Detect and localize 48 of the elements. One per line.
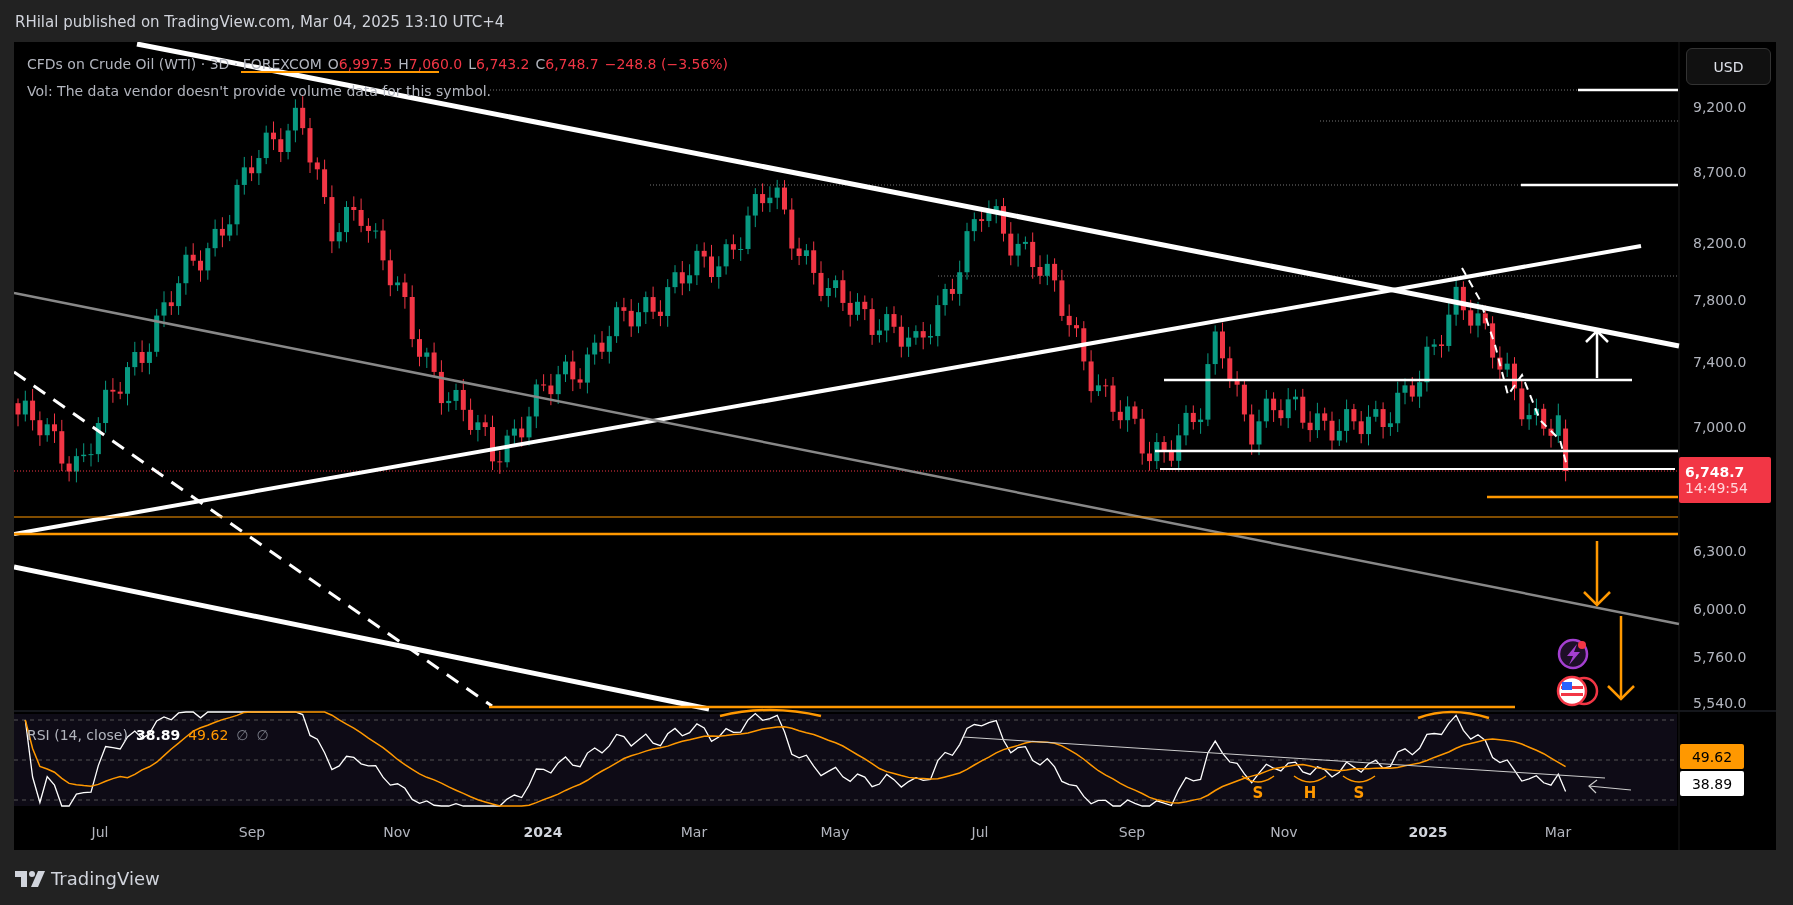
time-axis-label: 2024 [523, 824, 563, 840]
time-axis-label: 2025 [1408, 824, 1448, 840]
last-price: 6,748.7 [1685, 464, 1745, 480]
rsi-axis-label: 38.89 [1680, 771, 1744, 796]
ohlc-value: C6,748.7 [535, 56, 599, 72]
time-axis-label: May [820, 824, 850, 840]
pattern-label: H [1303, 784, 1317, 802]
time-axis-label: Jul [971, 824, 989, 840]
empty-value: ∅ [236, 727, 249, 743]
price-axis-label: 5,540.0 [1693, 695, 1747, 711]
lightning-icon [1557, 638, 1589, 670]
bar-countdown: 14:49:54 [1685, 480, 1748, 496]
price-axis-label: 8,700.0 [1693, 164, 1747, 180]
rsi-ma-value: 49.62 [188, 727, 229, 743]
time-axis-label: Mar [680, 824, 708, 840]
pattern-label: S [1252, 784, 1264, 802]
time-axis-label: Nov [1270, 824, 1298, 840]
ohlc-value: O6,997.5 [327, 56, 393, 72]
time-axis-label: Sep [1118, 824, 1146, 840]
arc-mark [1241, 775, 1275, 783]
price-axis-label: 7,000.0 [1693, 419, 1747, 435]
publisher-line: RHilal published on TradingView.com, Mar 04, 2025 13:10 UTC+4 [15, 13, 505, 31]
arc-mark [1293, 775, 1327, 783]
price-axis-label: 6,000.0 [1693, 601, 1747, 617]
up-arrow [1585, 329, 1609, 378]
price-axis-label: 9,200.0 [1693, 99, 1747, 115]
arc-mark [1342, 775, 1376, 783]
ohlc-value: H7,060.0 [398, 56, 463, 72]
price-axis-label: 6,300.0 [1693, 543, 1747, 559]
price-axis-label: 5,760.0 [1693, 649, 1747, 665]
left-arrow [1588, 779, 1632, 794]
logo-icon [15, 870, 45, 887]
down-arrow [1583, 541, 1611, 607]
time-axis-label: Mar [1544, 824, 1572, 840]
price-axis-label: 7,800.0 [1693, 292, 1747, 308]
time-axis-label: Jul [91, 824, 109, 840]
price-axis-label: 8,200.0 [1693, 235, 1747, 251]
rsi-axis-label: 49.62 [1680, 744, 1744, 769]
price-axis-label: 7,400.0 [1693, 354, 1747, 370]
ohlc-value: L6,743.2 [468, 56, 530, 72]
empty-value: ∅ [256, 727, 269, 743]
time-axis-label: Nov [383, 824, 411, 840]
brand-name: TradingView [51, 868, 160, 889]
flag-icon [1556, 675, 1599, 707]
time-axis-label: Sep [238, 824, 266, 840]
price-change: −248.8 (−3.56%) [604, 56, 729, 72]
pattern-label: S [1353, 784, 1365, 802]
currency-button[interactable]: USD [1686, 48, 1771, 85]
